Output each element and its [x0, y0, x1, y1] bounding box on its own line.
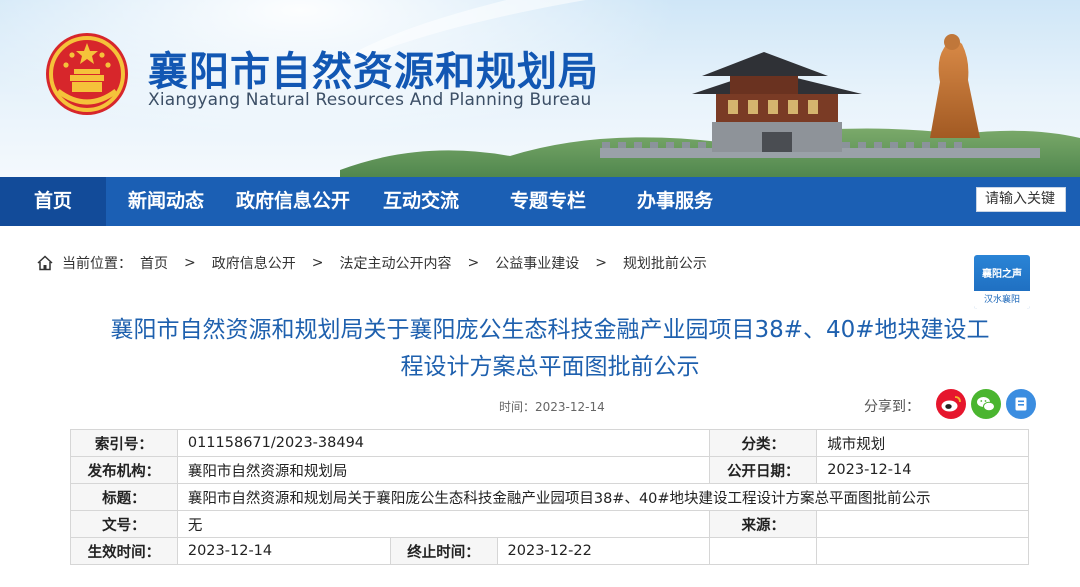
category-label: 分类： — [709, 429, 818, 457]
badge-line2: 汉水襄阳 — [974, 291, 1030, 309]
index-label: 索引号： — [70, 429, 178, 457]
source-label: 来源： — [709, 510, 818, 538]
weibo-icon[interactable] — [936, 389, 966, 419]
table-row: 生效时间： 2023-12-14 终止时间： 2023-12-22 — [70, 537, 1029, 565]
category-value: 城市规划 — [816, 429, 1029, 457]
breadcrumb-separator: > — [467, 255, 480, 271]
wechat-icon[interactable] — [971, 389, 1001, 419]
breadcrumb-separator: > — [311, 255, 324, 271]
article-title-line1: 襄阳市自然资源和规划局关于襄阳庞公生态科技金融产业园项目38#、40#地块建设工 — [110, 317, 990, 343]
docno-label: 文号： — [70, 510, 178, 538]
publisher-label: 发布机构： — [70, 456, 178, 484]
breadcrumb-current[interactable]: 规划批前公示 — [623, 253, 707, 273]
publish-date-label: 公开日期： — [709, 456, 818, 484]
breadcrumb-gov-info[interactable]: 政府信息公开 — [212, 253, 296, 273]
nav-gov-info[interactable]: 政府信息公开 — [236, 177, 350, 226]
breadcrumb: 当前位置： 首页 > 政府信息公开 > 法定主动公开内容 > 公益事业建设 > … — [36, 252, 707, 274]
effective-value: 2023-12-14 — [176, 537, 391, 565]
city-gate-scene — [340, 34, 1080, 177]
breadcrumb-home[interactable]: 首页 — [140, 253, 168, 273]
table-row: 文号： 无 来源： — [70, 510, 1029, 538]
breadcrumb-separator: > — [184, 255, 196, 271]
main-nav: 首页 新闻动态 政府信息公开 互动交流 专题专栏 办事服务 — [0, 177, 1080, 226]
article-title: 襄阳市自然资源和规划局关于襄阳庞公生态科技金融产业园项目38#、40#地块建设工… — [50, 312, 1050, 386]
qzone-icon[interactable] — [1006, 389, 1036, 419]
table-row: 发布机构： 襄阳市自然资源和规划局 公开日期： 2023-12-14 — [70, 456, 1029, 484]
title-label: 标题： — [70, 483, 178, 511]
index-value: 011158671/2023-38494 — [176, 429, 711, 457]
source-value — [816, 510, 1029, 538]
publish-date-value: 2023-12-14 — [816, 456, 1029, 484]
header-banner: 襄阳市自然资源和规划局 Xiangyang Natural Resources … — [0, 0, 1080, 177]
breadcrumb-public-welfare[interactable]: 公益事业建设 — [495, 253, 579, 273]
empty-cell — [816, 537, 1029, 565]
nav-services[interactable]: 办事服务 — [637, 177, 713, 226]
page: 襄阳市自然资源和规划局 Xiangyang Natural Resources … — [0, 0, 1080, 587]
xiangyang-voice-badge[interactable]: 襄阳之声 汉水襄阳 — [974, 255, 1030, 309]
table-row: 索引号： 011158671/2023-38494 分类： 城市规划 — [70, 429, 1029, 457]
breadcrumb-label: 当前位置： — [62, 256, 132, 272]
empty-cell — [709, 537, 818, 565]
publisher-value: 襄阳市自然资源和规划局 — [176, 456, 711, 484]
breadcrumb-separator: > — [595, 255, 607, 271]
nav-topics[interactable]: 专题专栏 — [510, 177, 586, 226]
end-label: 终止时间： — [389, 537, 498, 565]
nav-home[interactable]: 首页 — [0, 177, 106, 226]
effective-label: 生效时间： — [70, 537, 178, 565]
national-emblem-icon — [46, 33, 128, 115]
info-table: 索引号： 011158671/2023-38494 分类： 城市规划 发布机构：… — [70, 429, 1030, 565]
breadcrumb-statutory[interactable]: 法定主动公开内容 — [339, 253, 451, 273]
nav-news[interactable]: 新闻动态 — [128, 177, 204, 226]
nav-interaction[interactable]: 互动交流 — [383, 177, 459, 226]
badge-line1: 襄阳之声 — [982, 269, 1022, 280]
search-input[interactable]: 请输入关键 — [976, 187, 1066, 212]
article-title-line2: 程设计方案总平面图批前公示 — [400, 354, 700, 380]
article-time: 时间：2023-12-14 — [499, 400, 605, 414]
share-label: 分享到： — [864, 399, 920, 415]
docno-value: 无 — [176, 510, 711, 538]
home-icon — [37, 255, 53, 271]
title-value: 襄阳市自然资源和规划局关于襄阳庞公生态科技金融产业园项目38#、40#地块建设工… — [176, 483, 1030, 511]
table-row: 标题： 襄阳市自然资源和规划局关于襄阳庞公生态科技金融产业园项目38#、40#地… — [70, 483, 1030, 511]
end-value: 2023-12-22 — [496, 537, 711, 565]
